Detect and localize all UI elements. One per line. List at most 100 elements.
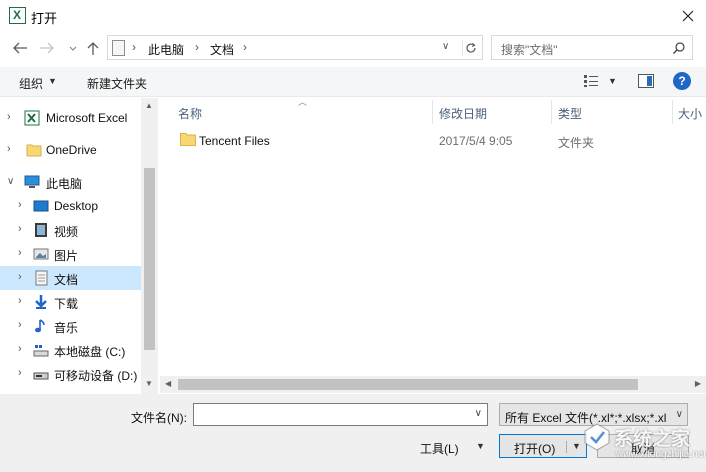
filename-field[interactable]: ∨ — [193, 403, 488, 426]
sidebar-item-this-pc[interactable]: ∨ 此电脑 — [0, 170, 141, 194]
search-icon — [673, 42, 685, 54]
sidebar-item-local-disk[interactable]: › 本地磁盘 (C:) — [0, 338, 141, 362]
view-chevron-icon[interactable]: ▼ — [608, 76, 617, 86]
document-icon — [35, 270, 48, 286]
watermark-logo-icon — [584, 423, 610, 451]
sidebar-item-label: 文档 — [54, 273, 79, 287]
download-icon — [35, 295, 47, 309]
tools-button[interactable]: 工具(L) — [420, 440, 459, 457]
navigation-pane: › Microsoft Excel › OneDrive ∨ 此电脑 › Des… — [0, 98, 158, 394]
removable-drive-icon — [33, 372, 49, 380]
column-header-type[interactable]: 类型 — [552, 98, 672, 124]
view-options-icon[interactable] — [583, 74, 599, 88]
watermark: 系统之家 www.xitongzhijia.net — [582, 422, 706, 464]
new-folder-button[interactable]: 新建文件夹 — [87, 75, 147, 92]
excel-app-icon — [9, 7, 26, 24]
tools-chevron-icon[interactable]: ▼ — [476, 441, 485, 451]
sidebar-item-label: 可移动设备 (D:) — [54, 369, 138, 383]
sidebar-item-removable-drive[interactable]: › 可移动设备 (D:) — [0, 362, 141, 386]
sidebar-item-onedrive[interactable]: › OneDrive — [0, 138, 141, 162]
sidebar-scrollbar[interactable]: ▲ ▼ — [141, 98, 158, 394]
sidebar-item-label: 下载 — [54, 297, 79, 311]
column-header-date[interactable]: 修改日期 — [433, 98, 551, 124]
document-library-icon — [112, 40, 125, 56]
column-header-label: 修改日期 — [439, 107, 488, 121]
computer-icon — [24, 175, 40, 188]
recent-locations-button[interactable] — [64, 40, 77, 56]
chevron-right-icon[interactable]: › — [18, 247, 22, 259]
sidebar-item-label: 视频 — [54, 225, 79, 239]
breadcrumb-separator: › — [243, 40, 247, 54]
close-icon — [682, 10, 694, 22]
close-button[interactable] — [676, 4, 700, 28]
folder-icon — [26, 144, 42, 157]
scroll-right-icon[interactable]: ▶ — [695, 379, 701, 388]
chevron-right-icon[interactable]: › — [18, 295, 22, 307]
forward-arrow-icon — [40, 42, 54, 54]
sidebar-item-music[interactable]: › 音乐 — [0, 314, 141, 338]
open-split-chevron-icon[interactable]: ▼ — [566, 441, 581, 453]
search-placeholder: 搜索"文档" — [501, 43, 558, 57]
chevron-right-icon[interactable]: › — [18, 271, 22, 283]
scroll-down-icon[interactable]: ▼ — [145, 379, 153, 388]
refresh-icon — [466, 43, 476, 53]
file-type: 文件夹 — [558, 136, 595, 150]
column-header-size[interactable]: 大小 — [673, 98, 706, 124]
chevron-down-icon: ∨ — [675, 409, 683, 420]
music-icon — [35, 319, 45, 333]
sidebar-item-label: 音乐 — [54, 321, 79, 335]
sidebar-item-desktop[interactable]: › Desktop — [0, 194, 141, 218]
open-button[interactable]: 打开(O) ▼ — [499, 434, 587, 458]
filename-label: 文件名(N): — [131, 411, 187, 425]
search-input[interactable]: 搜索"文档" — [491, 35, 693, 60]
chevron-right-icon[interactable]: › — [18, 343, 22, 355]
scroll-up-icon[interactable]: ▲ — [145, 101, 153, 110]
horizontal-scroll-thumb[interactable] — [178, 379, 638, 390]
forward-button[interactable] — [38, 40, 56, 56]
chevron-right-icon[interactable]: › — [18, 199, 22, 211]
sidebar-item-label: 本地磁盘 (C:) — [54, 345, 126, 359]
file-date: 2017/5/4 9:05 — [439, 134, 513, 148]
sidebar-item-microsoft-excel[interactable]: › Microsoft Excel — [0, 106, 141, 130]
sidebar-item-pictures[interactable]: › 图片 — [0, 242, 141, 266]
window-title: 打开 — [31, 11, 58, 26]
help-button[interactable]: ? — [673, 72, 691, 90]
address-dropdown-icon[interactable]: ∨ — [442, 41, 449, 52]
address-bar[interactable]: › 此电脑 › 文档 › ∨ — [107, 35, 483, 60]
sidebar-scroll-thumb[interactable] — [144, 168, 155, 350]
video-icon — [35, 223, 47, 237]
sidebar-item-label: 图片 — [54, 249, 79, 263]
picture-icon — [33, 248, 49, 260]
up-button[interactable] — [84, 40, 102, 56]
chevron-right-icon[interactable]: › — [7, 111, 11, 123]
chevron-right-icon[interactable]: › — [18, 223, 22, 235]
back-button[interactable] — [11, 40, 29, 56]
organize-chevron-icon: ▼ — [48, 76, 57, 86]
chevron-down-icon[interactable]: ∨ — [475, 408, 482, 419]
column-header-name[interactable]: 名称 — [160, 98, 432, 124]
title-bar: 打开 — [0, 0, 706, 32]
sidebar-item-downloads[interactable]: › 下载 — [0, 290, 141, 314]
sidebar-item-videos[interactable]: › 视频 — [0, 218, 141, 242]
file-row[interactable]: Tencent Files 2017/5/4 9:05 文件夹 — [160, 128, 706, 152]
chevron-down-icon[interactable]: ∨ — [7, 176, 14, 187]
breadcrumb-separator: › — [132, 40, 136, 54]
horizontal-scrollbar[interactable]: ◀ ▶ — [160, 376, 706, 393]
file-name: Tencent Files — [199, 134, 270, 148]
back-arrow-icon — [13, 42, 27, 54]
preview-pane-button[interactable] — [638, 74, 654, 88]
chevron-right-icon[interactable]: › — [7, 143, 11, 155]
desktop-icon — [33, 200, 49, 212]
chevron-right-icon[interactable]: › — [18, 319, 22, 331]
refresh-button[interactable] — [462, 40, 478, 56]
scroll-left-icon[interactable]: ◀ — [165, 379, 171, 388]
sidebar-item-documents[interactable]: › 文档 — [0, 266, 141, 290]
organize-button[interactable]: 组织 — [19, 75, 43, 92]
breadcrumb-this-pc[interactable]: 此电脑 — [148, 41, 184, 58]
file-list: ︿ 名称 修改日期 类型 大小 Tencent Files 2017/5/4 9… — [160, 97, 706, 394]
watermark-url: www.xitongzhijia.net — [616, 449, 706, 460]
breadcrumb-separator: › — [195, 40, 199, 54]
up-arrow-icon — [87, 42, 99, 55]
chevron-right-icon[interactable]: › — [18, 367, 22, 379]
breadcrumb-documents[interactable]: 文档 — [210, 41, 234, 58]
